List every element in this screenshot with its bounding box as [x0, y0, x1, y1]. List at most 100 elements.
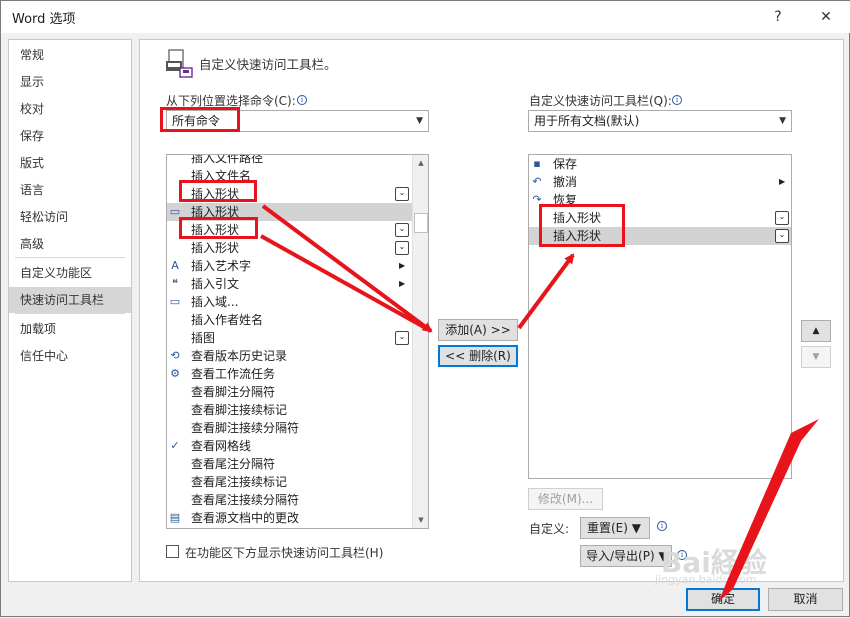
nav-item[interactable]: 语言 — [9, 177, 131, 203]
scroll-up-icon[interactable]: ▲ — [413, 155, 428, 171]
list-item[interactable]: ❝ 插入引文 ▶ — [167, 275, 412, 293]
help-button[interactable]: ? — [765, 5, 791, 29]
list-item-label: 插图 — [191, 331, 216, 345]
nav-item[interactable]: 保存 — [9, 123, 131, 149]
nav-item[interactable]: 加载项 — [9, 316, 131, 342]
list-item[interactable]: 查看尾注接续标记 — [167, 473, 412, 491]
word-options-dialog: Word 选项 ? ✕ 常规 显示 校对 保存 版式 语言 轻松访问 高级 自定义功能区 快速访问… — [0, 0, 850, 617]
move-up-button[interactable]: ▲ — [801, 320, 831, 342]
list-item[interactable]: ▤ 查看源文档中的更改 — [167, 509, 412, 527]
nav-item[interactable]: 常规 — [9, 42, 131, 68]
gallery-dropdown-icon: ⌄ — [395, 223, 409, 237]
nav-item[interactable]: 快速访问工具栏 — [9, 287, 131, 313]
customize-toolbar-value: 用于所有文档(默认) — [534, 114, 640, 128]
page-heading: 自定义快速访问工具栏。 — [199, 57, 337, 72]
choose-from-label: 从下列位置选择命令(C): — [166, 94, 296, 108]
main-panel: 自定义快速访问工具栏。 从下列位置选择命令(C): i 所有命令 ▼ 自定义快速… — [139, 39, 844, 582]
info-icon: i — [657, 521, 667, 531]
list-item[interactable]: 插入形状 ⌄ — [167, 221, 412, 239]
gallery-dropdown-icon: ⌄ — [395, 241, 409, 255]
list-item[interactable]: 查看脚注分隔符 — [167, 383, 412, 401]
nav-item[interactable]: 显示 — [9, 69, 131, 95]
nav-item[interactable]: 自定义功能区 — [9, 260, 131, 286]
list-item-label: 查看尾注接续分隔符 — [191, 493, 300, 507]
show-below-ribbon-label: 在功能区下方显示快速访问工具栏(H) — [185, 546, 384, 560]
reset-button[interactable]: 重置(E) ▼ — [580, 517, 650, 539]
import-export-button[interactable]: 导入/导出(P) ▼ — [580, 545, 672, 567]
list-item[interactable]: ✓ 查看网格线 — [167, 437, 412, 455]
list-item[interactable]: A 插入艺术字 ▶ — [167, 257, 412, 275]
nav-item[interactable]: 校对 — [9, 96, 131, 122]
title-bar: Word 选项 ? ✕ — [1, 1, 850, 33]
list-item-label: 查看脚注接续标记 — [191, 403, 288, 417]
list-item[interactable]: 查看脚注接续分隔符 — [167, 419, 412, 437]
nav-separator — [15, 313, 125, 314]
nav-item[interactable]: 轻松访问 — [9, 204, 131, 230]
list-item[interactable]: ▭ 插入形状 — [167, 203, 412, 221]
list-item-label: 查看尾注接续标记 — [191, 475, 288, 489]
wordart-icon: A — [171, 259, 179, 272]
list-item[interactable]: 插入形状 ⌄ — [167, 239, 412, 257]
chevron-down-icon: ▼ — [416, 116, 423, 126]
nav-item[interactable]: 信任中心 — [9, 343, 131, 369]
list-item-label: 插入艺术字 — [191, 259, 252, 273]
list-item[interactable]: 查看尾注接续分隔符 — [167, 491, 412, 509]
redo-icon: ↷ — [532, 193, 542, 206]
choose-from-dropdown[interactable]: 所有命令 ▼ — [166, 110, 429, 132]
move-down-button[interactable]: ▼ — [801, 346, 831, 368]
shape-icon: ▭ — [169, 205, 181, 218]
list-item[interactable]: 插图 ⌄ — [167, 329, 412, 347]
close-button[interactable]: ✕ — [813, 5, 839, 29]
commands-list[interactable]: ▲ ▼ 插入文件路径 插入文件名 插入形状 ⌄ ▭ 插入形状 插入形状 ⌄ 插入形状 ⌄ A 插入艺术… — [166, 154, 429, 529]
commands-scrollbar[interactable]: ▲ ▼ — [412, 155, 428, 528]
chevron-down-icon: ▼ — [779, 116, 786, 126]
list-item[interactable]: 插入文件路径 — [167, 155, 412, 167]
toolbar-items-list[interactable]: ▪ 保存 ↶ 撤消 ▶ ↷ 恢复 插入形状 ⌄ 插入形状 ⌄ — [528, 154, 792, 479]
list-item[interactable]: 查看尾注分隔符 — [167, 455, 412, 473]
check-icon: ✓ — [170, 439, 180, 452]
watermark-url: jingyan.baidu.com — [655, 573, 757, 586]
list-item[interactable]: 插入形状 ⌄ — [529, 227, 791, 245]
list-item[interactable]: 插入文件名 — [167, 167, 412, 185]
gallery-dropdown-icon: ⌄ — [395, 331, 409, 345]
list-item[interactable]: 插入形状 ⌄ — [529, 209, 791, 227]
list-item[interactable]: ⚙ 查看工作流任务 — [167, 365, 412, 383]
add-button[interactable]: 添加(A) >> — [438, 319, 518, 341]
list-item-label: 恢复 — [553, 193, 578, 207]
list-item-label: 插入形状 — [553, 211, 602, 225]
list-item[interactable]: 查看脚注接续标记 — [167, 401, 412, 419]
list-item-label: 查看脚注分隔符 — [191, 385, 276, 399]
list-item-label: 查看网格线 — [191, 439, 252, 453]
choose-from-value: 所有命令 — [172, 114, 221, 128]
history-icon: ⟲ — [170, 349, 180, 362]
save-icon: ▪ — [533, 157, 541, 170]
nav-item[interactable]: 版式 — [9, 150, 131, 176]
gallery-dropdown-icon: ⌄ — [775, 211, 789, 225]
list-item[interactable]: ↶ 撤消 ▶ — [529, 173, 791, 191]
gallery-dropdown-icon: ⌄ — [775, 229, 789, 243]
arrow-up-icon: ▲ — [812, 326, 820, 336]
list-item[interactable]: ⟲ 查看版本历史记录 — [167, 347, 412, 365]
list-item[interactable]: ▪ 保存 — [529, 155, 791, 173]
ok-button[interactable]: 确定 — [686, 588, 760, 611]
scroll-thumb[interactable] — [414, 213, 428, 233]
list-item-label: 插入形状 — [191, 187, 240, 201]
info-icon: i — [297, 95, 307, 105]
cancel-button[interactable]: 取消 — [768, 588, 843, 611]
list-item-label: 插入形状 — [191, 205, 240, 219]
customize-toolbar-dropdown[interactable]: 用于所有文档(默认) ▼ — [528, 110, 792, 132]
list-item[interactable]: ▭ 插入域... — [167, 293, 412, 311]
nav-item[interactable]: 高级 — [9, 231, 131, 257]
scroll-down-icon[interactable]: ▼ — [413, 512, 428, 528]
gallery-dropdown-icon: ⌄ — [395, 187, 409, 201]
list-item-label: 保存 — [553, 157, 578, 171]
modify-button[interactable]: 修改(M)... — [528, 488, 603, 510]
compare-icon: ▤ — [169, 511, 181, 524]
show-below-ribbon-checkbox[interactable] — [166, 545, 179, 558]
chevron-right-icon: ▶ — [399, 261, 406, 270]
list-item[interactable]: 插入作者姓名 — [167, 311, 412, 329]
list-item[interactable]: 插入形状 ⌄ — [167, 185, 412, 203]
remove-button[interactable]: << 删除(R) — [438, 345, 518, 367]
list-item[interactable]: ↷ 恢复 — [529, 191, 791, 209]
window-title: Word 选项 — [12, 12, 76, 27]
